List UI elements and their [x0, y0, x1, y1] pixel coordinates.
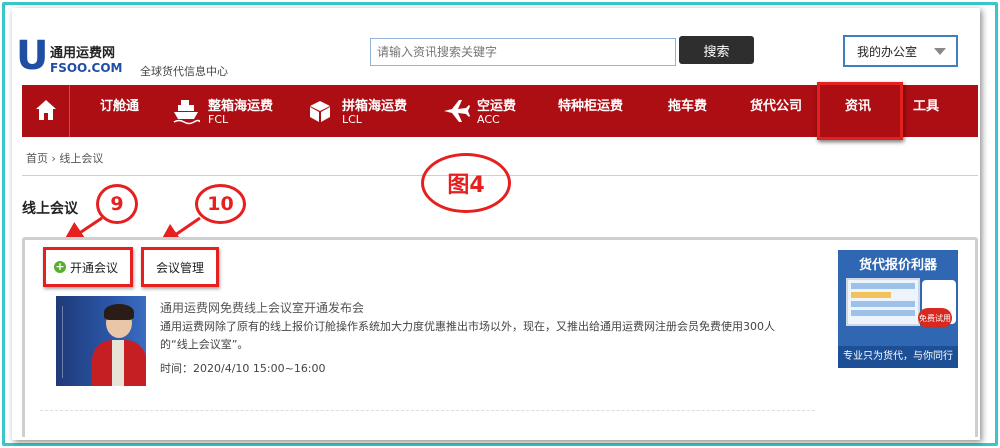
article-title[interactable]: 通用运费网免费线上会议室开通发布会 — [160, 299, 364, 316]
nav-item-label: 订舱通 — [100, 99, 140, 114]
site-domain: FSOO.COM — [50, 61, 123, 75]
nav-item-fcl[interactable]: 整箱海运费 FCL — [172, 85, 290, 137]
nav-item-label: 工具 — [913, 99, 940, 114]
monitor-illustration — [846, 278, 920, 326]
box-icon — [310, 101, 330, 122]
breadcrumb: 首页 › 线上会议 — [26, 150, 103, 166]
ship-icon — [173, 100, 200, 125]
nav-item-lcl[interactable]: 拼箱海运费 LCL — [307, 85, 425, 137]
highlight-box-news — [817, 82, 903, 140]
step-10-callout: 10 — [195, 184, 246, 224]
nav-item-label: 拼箱海运费 — [342, 99, 408, 114]
nav-item-sub: FCL — [208, 113, 229, 126]
article-thumbnail[interactable] — [56, 296, 146, 386]
chevron-down-icon — [934, 48, 946, 55]
breadcrumb-separator: › — [51, 152, 56, 165]
my-office-dropdown[interactable]: 我的办公室 — [843, 35, 958, 67]
figure-annotation: 图4 — [421, 153, 511, 213]
article-description: 通用运费网除了原有的线上报价订舱操作系统加大力度优惠推出市场以外，现在，又推出给… — [160, 320, 775, 351]
nav-home[interactable] — [22, 85, 70, 137]
open-meeting-button[interactable]: + 开通会议 — [43, 247, 133, 287]
page-title: 线上会议 — [22, 201, 78, 217]
nav-item-air[interactable]: 空运费 ACC — [442, 85, 542, 137]
manage-meeting-label: 会议管理 — [155, 260, 204, 275]
free-trial-badge: 免费试用 — [918, 308, 952, 328]
breadcrumb-current: 线上会议 — [59, 152, 104, 165]
ad-footer: 专业只为货代，与你同行 — [838, 346, 958, 368]
list-divider — [40, 410, 815, 411]
step-9-callout: 9 — [96, 184, 138, 224]
article-time: 时间：2020/4/10 15:00~16:00 — [160, 362, 326, 375]
open-meeting-label: 开通会议 — [70, 260, 119, 275]
nav-item-label: 整箱海运费 — [208, 99, 274, 114]
home-icon — [36, 100, 56, 120]
nav-item-forwarders[interactable]: 货代公司 — [750, 85, 820, 137]
ad-title: 货代报价利器 — [858, 258, 937, 273]
site-slogan: 全球货代信息中心 — [140, 65, 228, 78]
my-office-label: 我的办公室 — [857, 44, 918, 59]
nav-item-trucking[interactable]: 拖车费 — [668, 85, 728, 137]
airplane-icon — [444, 100, 470, 122]
nav-item-label: 拖车费 — [668, 99, 708, 114]
ad-banner[interactable]: 货代报价利器 免费试用 专业只为货代，与你同行 — [838, 250, 958, 368]
site-logo[interactable]: U 通用运费网 FSOO.COM 全球货代信息中心 — [16, 36, 246, 80]
nav-item-booking[interactable]: 订舱通 — [100, 85, 170, 137]
site-name: 通用运费网 — [50, 46, 116, 61]
nav-item-label: 货代公司 — [750, 99, 803, 114]
nav-item-sub: LCL — [342, 113, 362, 126]
nav-item-tools[interactable]: 工具 — [913, 85, 953, 137]
nav-item-label: 特种柜运费 — [558, 99, 624, 114]
search-input[interactable] — [370, 38, 676, 66]
breadcrumb-home[interactable]: 首页 — [26, 152, 48, 165]
search-button[interactable]: 搜索 — [679, 36, 754, 64]
nav-item-label: 空运费 — [477, 99, 517, 114]
plus-circle-icon: + — [54, 260, 66, 273]
manage-meeting-button[interactable]: 会议管理 — [141, 247, 219, 287]
nav-item-sub: ACC — [477, 113, 500, 126]
logo-mark: U — [16, 33, 49, 79]
nav-item-special-container[interactable]: 特种柜运费 — [558, 85, 648, 137]
